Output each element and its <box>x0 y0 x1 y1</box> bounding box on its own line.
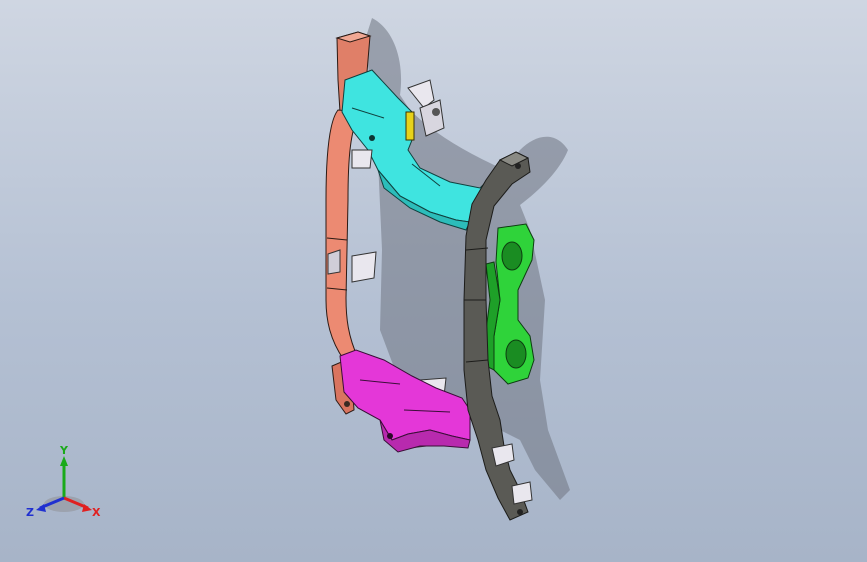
left-rail-bracket <box>351 149 373 169</box>
green-plate-cutout <box>501 241 523 271</box>
y-axis-arrow <box>60 456 68 466</box>
left-rail-bracket <box>327 249 341 275</box>
spacer-block[interactable] <box>405 111 415 141</box>
z-axis-label: Z <box>26 506 34 519</box>
left-rail-bracket <box>351 251 377 283</box>
coordinate-triad[interactable]: Y X Z <box>24 446 114 526</box>
right-rail-end-bracket <box>511 481 533 505</box>
x-axis-label: X <box>92 506 101 519</box>
bracket-hole <box>432 108 440 116</box>
green-plate-cutout <box>505 339 527 369</box>
right-rail-hole <box>517 509 523 515</box>
right-rail-hole <box>515 163 521 169</box>
right-rail-end-bracket <box>491 443 515 467</box>
cad-viewport[interactable]: Y X Z <box>0 0 867 562</box>
lower-crossmember-hole <box>387 433 393 439</box>
subframe-3d-model[interactable] <box>0 0 867 562</box>
left-rail-main <box>325 109 361 361</box>
left-rail-hole <box>344 401 350 407</box>
upper-crossmember-hole <box>369 135 375 141</box>
y-axis-label: Y <box>59 446 69 457</box>
